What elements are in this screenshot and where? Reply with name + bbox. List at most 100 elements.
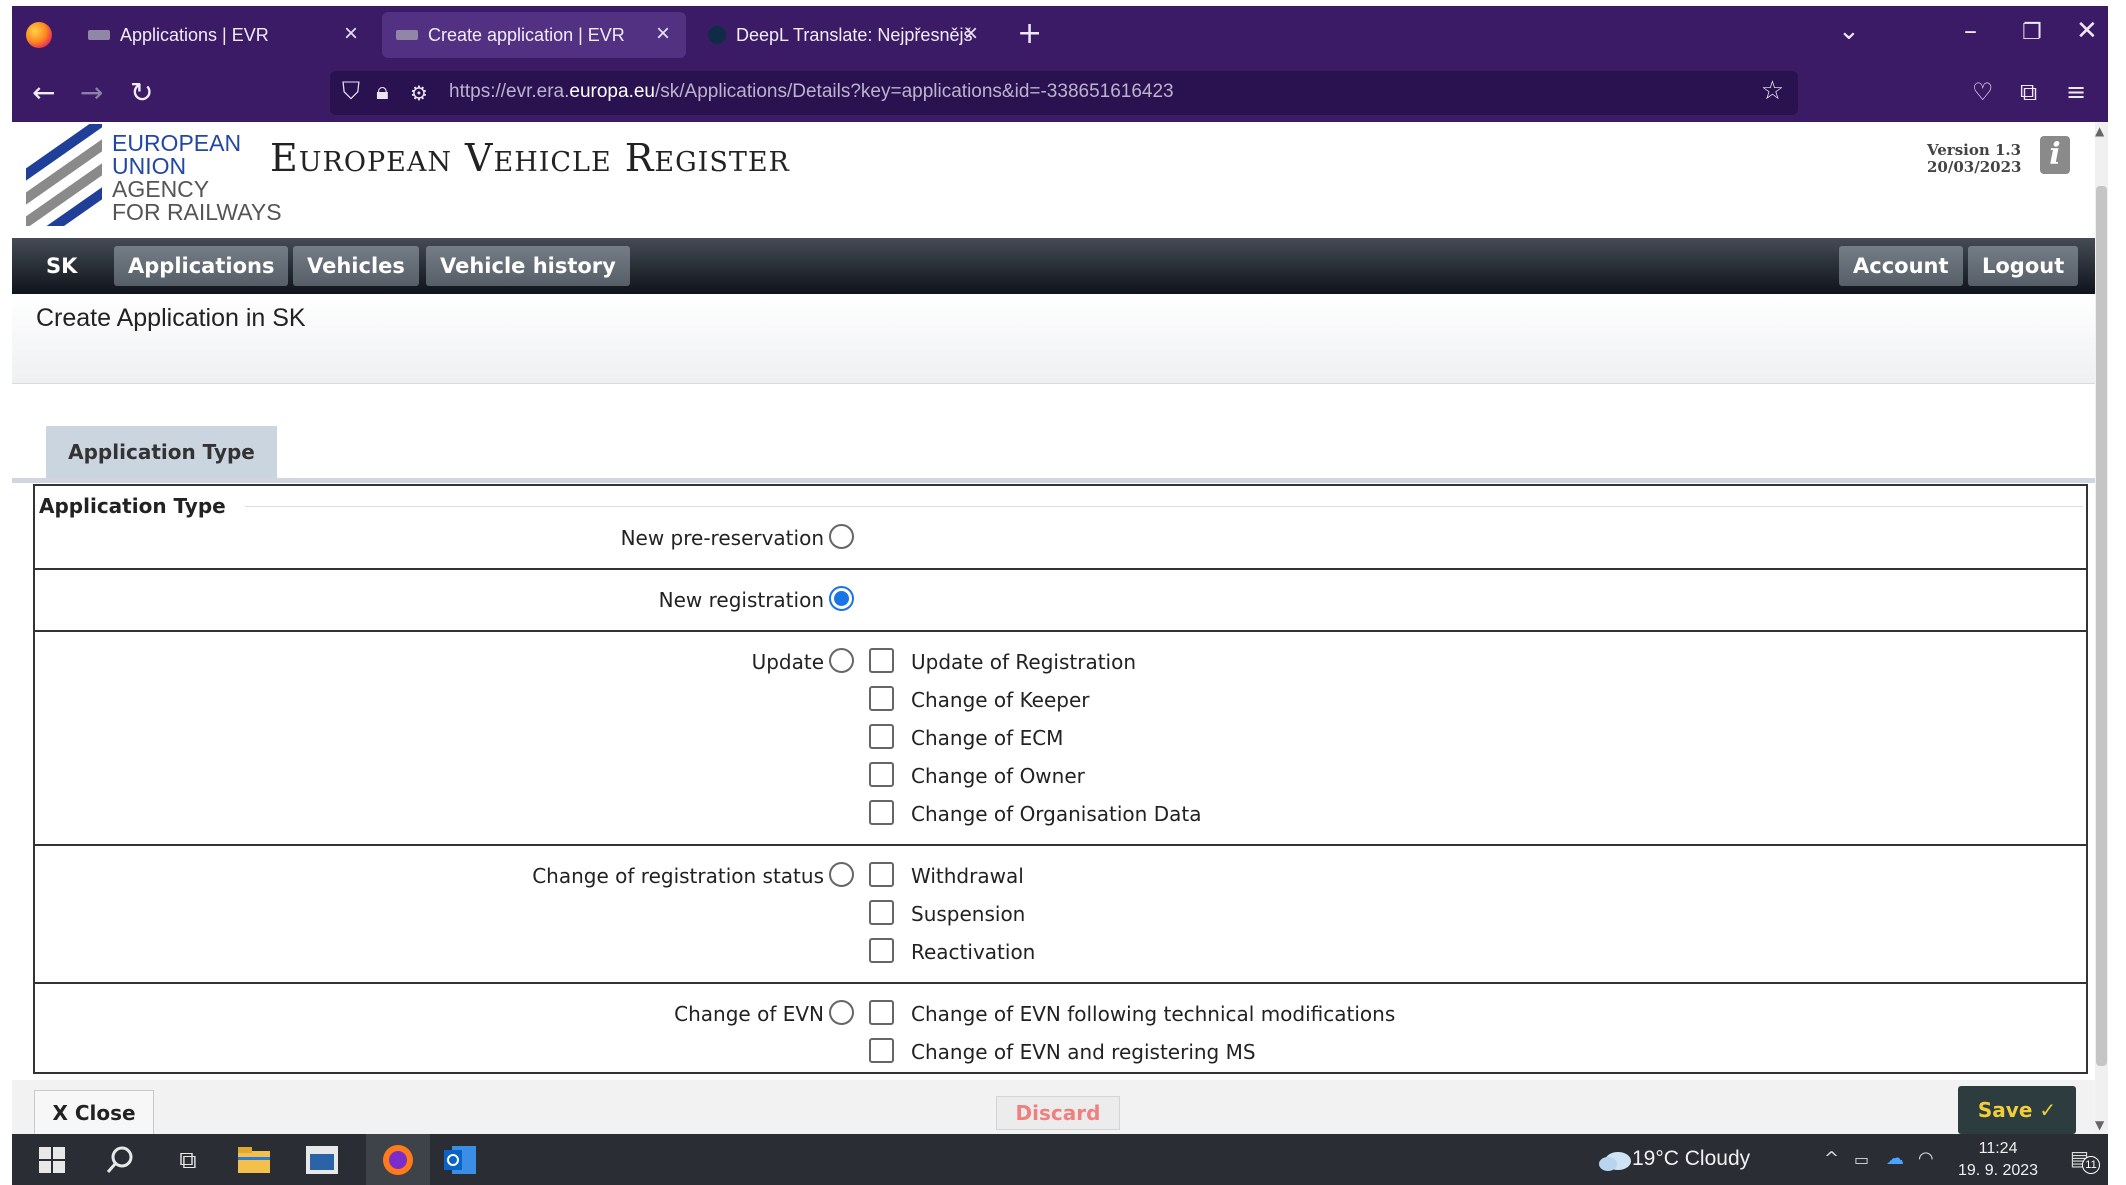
onedrive-cloud-icon[interactable]: ☁ — [1886, 1148, 1904, 1169]
evr-favicon-icon — [396, 30, 418, 40]
menu-vehicle-history[interactable]: Vehicle history — [426, 246, 630, 286]
registration-status-label: Change of registration status — [532, 864, 824, 888]
version-info: Version 1.3 20/03/2023 — [1927, 141, 2022, 176]
store-app-icon[interactable] — [302, 1142, 342, 1178]
pre-reservation-radio[interactable] — [829, 524, 854, 549]
page-scrollbar[interactable]: ▲ ▼ — [2095, 122, 2108, 1142]
reactivation-label: Reactivation — [911, 940, 1036, 964]
taskbar-clock[interactable]: 11:24 19. 9. 2023 — [1958, 1138, 2038, 1182]
change-of-evn-radio[interactable] — [829, 1000, 854, 1025]
firefox-taskbar-icon[interactable] — [376, 1142, 420, 1178]
menu-applications[interactable]: Applications — [114, 246, 289, 286]
windows-taskbar: ⧉ 19°C Cloudy ^ ▭ ☁ ◠ 11:24 19. 9. 2023 … — [12, 1134, 2108, 1185]
change-of-owner-label: Change of Owner — [911, 764, 1085, 788]
cloudy-weather-icon — [1598, 1146, 1632, 1174]
tab-underline — [12, 478, 2095, 483]
scroll-up-icon[interactable]: ▲ — [2095, 124, 2104, 138]
registration-status-radio[interactable] — [829, 862, 854, 887]
agency-logo-text: EUROPEAN UNION AGENCY FOR RAILWAYS — [112, 130, 282, 225]
back-arrow-icon[interactable]: ← — [32, 76, 55, 109]
tab-application-type[interactable]: Application Type — [46, 426, 277, 479]
close-tab-icon[interactable]: × — [656, 20, 670, 48]
row-change-of-evn: Change of EVN Change of EVN following te… — [35, 984, 2086, 1072]
close-tab-icon[interactable]: × — [344, 20, 358, 48]
forward-arrow-icon[interactable]: → — [80, 76, 103, 109]
account-button[interactable]: Account — [1839, 246, 1963, 286]
scroll-down-icon[interactable]: ▼ — [2095, 1118, 2104, 1132]
info-icon[interactable]: i — [2040, 136, 2070, 174]
task-view-icon[interactable]: ⧉ — [168, 1142, 208, 1178]
change-of-owner-checkbox[interactable] — [869, 762, 894, 787]
menu-country[interactable]: SK — [32, 246, 91, 286]
permissions-icon[interactable]: ⚙ — [410, 81, 428, 105]
evn-technical-modifications-checkbox[interactable] — [869, 1000, 894, 1025]
firefox-menu-icon[interactable] — [26, 22, 52, 48]
site-header: EUROPEAN UNION AGENCY FOR RAILWAYS Europ… — [12, 122, 2095, 238]
shield-icon[interactable]: ⛉ — [342, 77, 360, 105]
navigation-bar: ← → ↻ ⛉ 🔒︎ ⚙ https://evr.era.europa.eu/s… — [12, 64, 2108, 122]
tab-create-application[interactable]: Create application | EVR × — [382, 12, 686, 58]
bookmark-star-icon[interactable]: ☆ — [1761, 76, 1784, 106]
page-content: EUROPEAN UNION AGENCY FOR RAILWAYS Europ… — [12, 122, 2108, 1146]
change-of-evn-label: Change of EVN — [674, 1002, 824, 1026]
update-radio[interactable] — [829, 648, 854, 673]
reactivation-checkbox[interactable] — [869, 938, 894, 963]
update-label: Update — [751, 650, 824, 674]
battery-icon[interactable]: ▭ — [1854, 1150, 1869, 1169]
windows-start-icon[interactable] — [32, 1142, 72, 1178]
tab-applications[interactable]: Applications | EVR × — [74, 12, 374, 58]
evn-registering-ms-checkbox[interactable] — [869, 1038, 894, 1063]
close-tab-icon[interactable]: × — [964, 20, 978, 48]
pre-reservation-label: New pre-reservation — [620, 526, 824, 550]
row-registration: New registration — [35, 570, 2086, 632]
reload-icon[interactable]: ↻ — [130, 76, 153, 109]
page-title: Create Application in SK — [36, 304, 306, 332]
withdrawal-label: Withdrawal — [911, 864, 1024, 888]
change-of-organisation-data-checkbox[interactable] — [869, 800, 894, 825]
notification-count-badge: 11 — [2082, 1156, 2100, 1174]
url-bar[interactable]: ⛉ 🔒︎ ⚙ https://evr.era.europa.eu/sk/Appl… — [330, 71, 1798, 115]
restore-icon[interactable]: ❐ — [2022, 20, 2042, 45]
new-tab-icon[interactable]: + — [1017, 16, 1042, 51]
row-pre-reservation: New pre-reservation — [35, 486, 2086, 570]
update-of-registration-label: Update of Registration — [911, 650, 1137, 674]
wifi-icon[interactable]: ◠ — [1918, 1148, 1934, 1169]
menu-vehicles[interactable]: Vehicles — [293, 246, 419, 286]
tab-deepl[interactable]: DeepL Translate: Nejpřesnější p × — [694, 12, 994, 58]
suspension-checkbox[interactable] — [869, 900, 894, 925]
change-of-keeper-label: Change of Keeper — [911, 688, 1090, 712]
discard-button[interactable]: Discard — [996, 1096, 1120, 1130]
withdrawal-checkbox[interactable] — [869, 862, 894, 887]
extensions-icon[interactable]: ⧉ — [2020, 78, 2037, 106]
registration-radio[interactable] — [829, 586, 854, 611]
registration-label: New registration — [658, 588, 824, 612]
file-explorer-icon[interactable] — [234, 1142, 274, 1178]
main-menu: SK Applications Vehicles Vehicle history… — [12, 238, 2095, 294]
application-type-fieldset: Application Type New pre-reservation New… — [33, 484, 2088, 1074]
page-title-bar: Create Application in SK — [12, 294, 2095, 384]
search-icon[interactable] — [100, 1142, 140, 1178]
minimize-icon[interactable]: – — [1964, 16, 1977, 46]
show-hidden-icons-chevron-icon[interactable]: ^ — [1824, 1148, 1839, 1169]
era-logo-icon — [26, 124, 102, 226]
notifications-icon[interactable]: ▤ 11 — [2070, 1146, 2100, 1174]
pocket-icon[interactable]: ♡ — [1972, 78, 1994, 106]
change-of-ecm-checkbox[interactable] — [869, 724, 894, 749]
app-menu-icon[interactable]: ≡ — [2066, 78, 2086, 106]
url-text[interactable]: https://evr.era.europa.eu/sk/Application… — [449, 81, 1174, 103]
logout-button[interactable]: Logout — [1968, 246, 2079, 286]
evn-registering-ms-label: Change of EVN and registering MS — [911, 1040, 1256, 1064]
row-registration-status: Change of registration status Withdrawal… — [35, 846, 2086, 984]
window-close-icon[interactable]: ✕ — [2076, 16, 2098, 46]
weather-text[interactable]: 19°C Cloudy — [1632, 1147, 1750, 1171]
list-tabs-chevron-icon[interactable]: ⌄ — [1838, 16, 1860, 46]
close-button[interactable]: X Close — [34, 1090, 154, 1136]
site-title: European Vehicle Register — [270, 136, 790, 180]
outlook-icon[interactable] — [440, 1142, 480, 1178]
lock-icon[interactable]: 🔒︎ — [376, 77, 389, 105]
update-of-registration-checkbox[interactable] — [869, 648, 894, 673]
change-of-keeper-checkbox[interactable] — [869, 686, 894, 711]
row-update: Update Update of Registration Change of … — [35, 632, 2086, 846]
scrollbar-thumb[interactable] — [2096, 186, 2107, 1066]
save-button[interactable]: Save ✓ — [1958, 1086, 2076, 1134]
